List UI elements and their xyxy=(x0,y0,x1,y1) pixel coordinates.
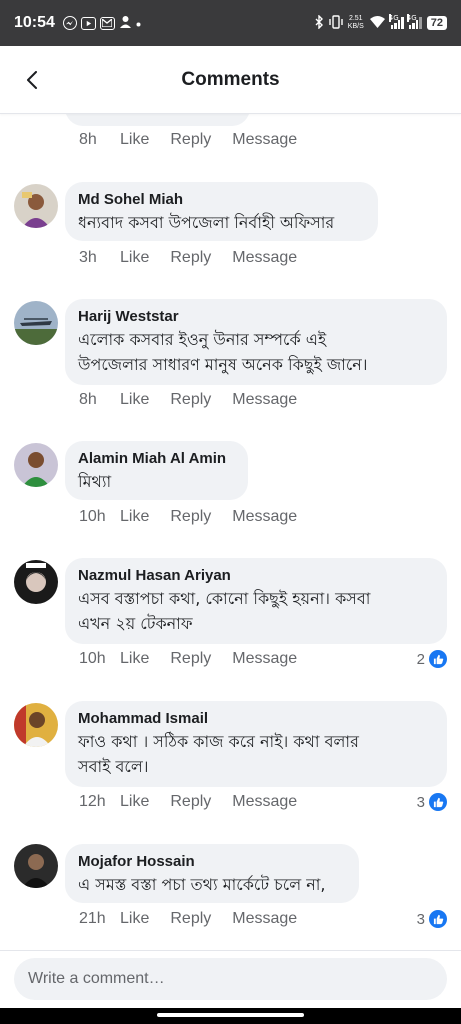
system-icons: 2.51 KB/S 4G 4G 72 xyxy=(314,13,447,32)
gmail-icon xyxy=(99,16,115,30)
comment-text-line: এখন ২য় টেকনাফ xyxy=(78,614,193,633)
comment-text-line: সবাই বলে। xyxy=(78,757,149,776)
comment-author[interactable]: Mojafor Hossain xyxy=(78,852,346,872)
thumbs-up-icon xyxy=(429,793,447,811)
reaction-number: 3 xyxy=(416,793,425,811)
reaction-count[interactable]: 3 xyxy=(417,793,447,811)
comment-actions: 12h Like Reply Message xyxy=(79,793,318,811)
cell-signal-icon-2: 4G xyxy=(406,14,422,29)
like-button[interactable]: Like xyxy=(120,650,149,668)
comment-actions: 21h Like Reply Message xyxy=(79,910,318,928)
comment-author[interactable]: Alamin Miah Al Amin xyxy=(78,449,235,469)
system-nav-bar xyxy=(0,1008,461,1024)
reply-button[interactable]: Reply xyxy=(170,391,211,409)
message-button[interactable]: Message xyxy=(232,793,297,811)
like-button[interactable]: Like xyxy=(120,131,149,149)
comment-time: 10h xyxy=(79,508,106,525)
back-button[interactable] xyxy=(20,68,44,92)
comment-composer xyxy=(0,950,461,1008)
comment-bubble: Md Sohel Miah ধন্যবাদ কসবা উপজেলা নির্বা… xyxy=(65,182,378,241)
message-button[interactable]: Message xyxy=(232,650,297,668)
bluetooth-icon xyxy=(314,13,324,32)
comment-author[interactable]: Harij Weststar xyxy=(78,307,434,327)
thumbs-up-icon xyxy=(429,910,447,928)
message-button[interactable]: Message xyxy=(232,131,297,149)
network-speed: 2.51 KB/S xyxy=(347,15,364,30)
youtube-icon xyxy=(80,16,96,30)
comment-actions: 8h Like Reply Message xyxy=(79,391,318,409)
reply-button[interactable]: Reply xyxy=(170,508,211,526)
home-indicator[interactable] xyxy=(157,1013,304,1017)
like-button[interactable]: Like xyxy=(120,793,149,811)
comment-input[interactable] xyxy=(14,958,447,1000)
reply-button[interactable]: Reply xyxy=(170,650,211,668)
comment-time: 8h xyxy=(79,391,97,408)
message-button[interactable]: Message xyxy=(232,391,297,409)
comment-time: 3h xyxy=(79,249,97,266)
comment-text-line: এলোক কসবার ইওনু উনার সম্পর্কে এই xyxy=(78,330,327,349)
battery-indicator: 72 xyxy=(426,16,447,30)
comment-text: মিথ্যা xyxy=(78,472,112,491)
status-time: 10:54 xyxy=(14,14,55,31)
comment-actions: 10h Like Reply Message xyxy=(79,650,318,668)
reply-button[interactable]: Reply xyxy=(170,131,211,149)
comment-bubble: Nazmul Hasan Ariyan এসব বস্তাপচা কথা, কো… xyxy=(65,558,447,644)
comment-bubble xyxy=(65,114,250,126)
reaction-count[interactable]: 2 xyxy=(417,650,447,668)
status-bar: 10:54 2.51 KB/S 4G 4G 72 xyxy=(0,0,461,46)
comment-actions: 3h Like Reply Message xyxy=(79,249,318,267)
comment-actions: 10h Like Reply Message xyxy=(79,508,318,526)
avatar[interactable] xyxy=(14,703,58,747)
chevron-left-icon xyxy=(27,71,37,89)
reply-button[interactable]: Reply xyxy=(170,249,211,267)
person-icon xyxy=(119,15,132,31)
avatar[interactable] xyxy=(14,443,58,487)
avatar[interactable] xyxy=(14,301,58,345)
reply-button[interactable]: Reply xyxy=(170,793,211,811)
reaction-number: 3 xyxy=(416,910,425,928)
message-button[interactable]: Message xyxy=(232,249,297,267)
comment-bubble: Mohammad Ismail ফাও কথা । সঠিক কাজ করে ন… xyxy=(65,701,447,787)
vibrate-icon xyxy=(329,14,343,32)
comment-text: এ সমস্ত বস্তা পচা তথ্য মার্কেটে চলে না, xyxy=(78,875,326,894)
messenger-icon xyxy=(62,16,77,30)
avatar[interactable] xyxy=(14,844,58,888)
avatar[interactable] xyxy=(14,560,58,604)
comment-time: 12h xyxy=(79,793,106,810)
like-button[interactable]: Like xyxy=(120,249,149,267)
reaction-count[interactable]: 3 xyxy=(417,910,447,928)
comment-bubble: Mojafor Hossain এ সমস্ত বস্তা পচা তথ্য ম… xyxy=(65,844,359,903)
comment-list[interactable]: 8h Like Reply Message Md Sohel Miah ধন্য… xyxy=(0,114,461,950)
comment-bubble: Alamin Miah Al Amin মিথ্যা xyxy=(65,441,248,500)
comment-author[interactable]: Md Sohel Miah xyxy=(78,190,365,210)
comment-text-line: উপজেলার সাধারণ মানুষ অনেক কিছুই জানে। xyxy=(78,355,368,374)
notification-icons xyxy=(62,15,141,31)
like-button[interactable]: Like xyxy=(120,910,149,928)
page-title: Comments xyxy=(181,68,280,90)
comment-author[interactable]: Nazmul Hasan Ariyan xyxy=(78,566,434,586)
dot-icon xyxy=(136,16,141,30)
comment-time: 8h xyxy=(79,131,97,148)
comment-time: 10h xyxy=(79,650,106,667)
comment-text-line: ফাও কথা । সঠিক কাজ করে নাই। কথা বলার xyxy=(78,732,359,751)
cell-signal-icon-1: 4G xyxy=(388,14,404,29)
like-button[interactable]: Like xyxy=(120,508,149,526)
comment-text: ধন্যবাদ কসবা উপজেলা নির্বাহী অফিসার xyxy=(78,213,335,232)
comment-time: 21h xyxy=(79,910,106,927)
wifi-icon xyxy=(369,15,386,31)
comment-text-line: এসব বস্তাপচা কথা, কোনো কিছুই হয়না। কসবা xyxy=(78,589,371,608)
message-button[interactable]: Message xyxy=(232,910,297,928)
comment-author[interactable]: Mohammad Ismail xyxy=(78,709,434,729)
reply-button[interactable]: Reply xyxy=(170,910,211,928)
comment-bubble: Harij Weststar এলোক কসবার ইওনু উনার সম্প… xyxy=(65,299,447,385)
header: Comments xyxy=(0,46,461,114)
avatar[interactable] xyxy=(14,184,58,228)
message-button[interactable]: Message xyxy=(232,508,297,526)
thumbs-up-icon xyxy=(429,650,447,668)
comment-actions: 8h Like Reply Message xyxy=(79,131,318,149)
reaction-number: 2 xyxy=(416,650,425,668)
like-button[interactable]: Like xyxy=(120,391,149,409)
